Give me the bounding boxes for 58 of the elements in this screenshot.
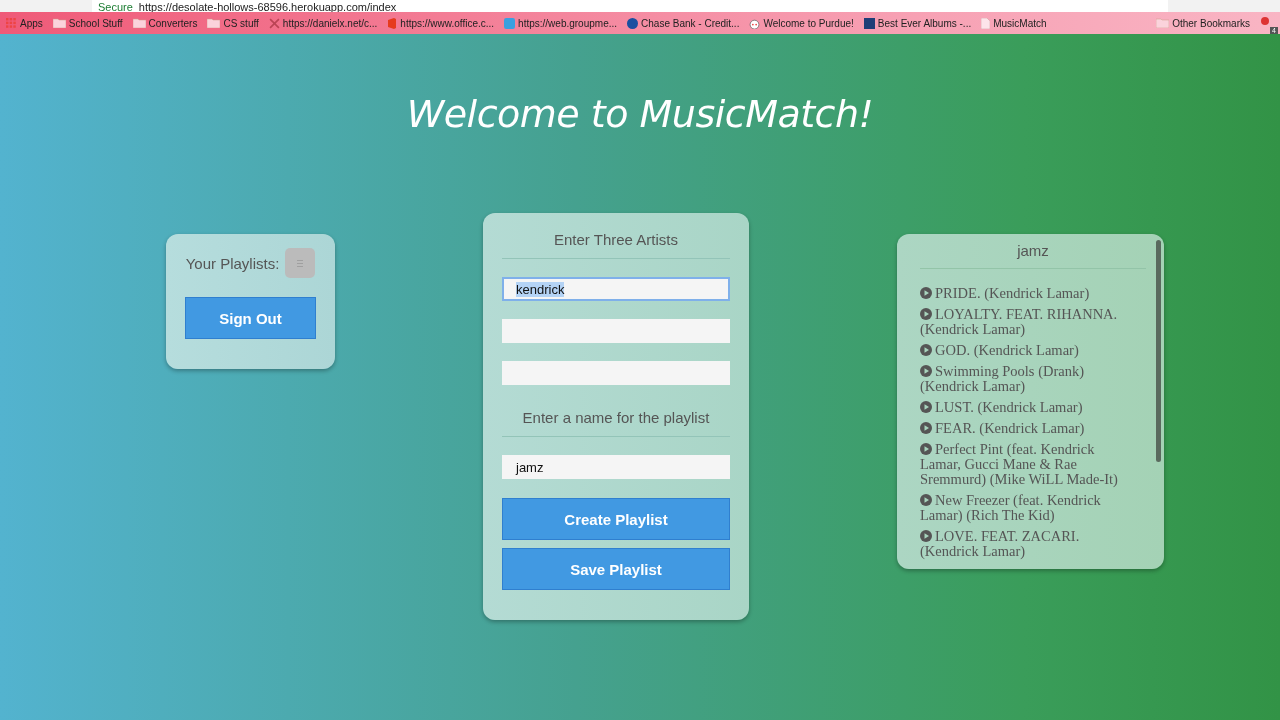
folder-icon (1156, 18, 1170, 28)
apps-grid-icon (6, 17, 17, 29)
playlist-button[interactable]: Create Playlist (502, 498, 730, 540)
sign-out-button[interactable]: Sign Out (185, 297, 316, 339)
play-icon[interactable] (920, 287, 932, 299)
track-item[interactable]: Perfect Pint (feat. Kendrick Lamar, Gucci Mane & Rae Sremmurd) (Mike WiLL Made-It) (920, 442, 1146, 487)
track-item[interactable]: GOD. (Kendrick Lamar) (920, 343, 1146, 358)
bookmark[interactable]: https://www.office.c... (387, 17, 495, 29)
folder-icon (132, 18, 146, 28)
bookmark[interactable]: Chase Bank - Credit... (627, 17, 740, 29)
playlist-name-field[interactable]: jamz (502, 455, 730, 479)
playlist-title: jamz (920, 242, 1146, 269)
play-icon[interactable] (920, 422, 932, 434)
playlist-button[interactable]: Save Playlist (502, 548, 730, 590)
square-logo-icon (863, 17, 875, 29)
cross-icon (268, 17, 280, 29)
robot-face-icon (749, 17, 761, 29)
bookmark[interactable]: Welcome to Purdue! (749, 17, 854, 29)
track-item[interactable]: PRIDE. (Kendrick Lamar) (920, 286, 1146, 301)
track-item[interactable]: LOVE. FEAT. ZACARI. (Kendrick Lamar) (920, 529, 1146, 559)
extension-icon[interactable] (1260, 16, 1270, 28)
other-bookmarks[interactable]: Other Bookmarks (1156, 17, 1250, 29)
playlists-label: Your Playlists: (185, 254, 280, 272)
track-item[interactable]: FEAR. (Kendrick Lamar) (920, 421, 1146, 436)
play-icon[interactable] (920, 530, 932, 542)
page-title: Welcome to MusicMatch! (406, 92, 874, 136)
play-icon[interactable] (920, 308, 932, 320)
track-item[interactable]: LUST. (Kendrick Lamar) (920, 400, 1146, 415)
bookmark[interactable]: CS stuff (207, 17, 259, 29)
bookmark[interactable]: https://web.groupme... (504, 17, 618, 29)
security-label: Secure (98, 1, 133, 12)
bookmark[interactable]: Converters (132, 17, 198, 29)
folder-icon (207, 18, 221, 28)
play-icon[interactable] (920, 401, 932, 413)
track-item[interactable]: LOYALTY. FEAT. RIHANNA. (Kendrick Lamar) (920, 307, 1146, 337)
artist-field[interactable] (502, 319, 730, 343)
play-icon[interactable] (920, 443, 932, 455)
play-icon[interactable] (920, 494, 932, 506)
bookmark[interactable]: https://danielx.net/c... (268, 17, 378, 29)
bookmark[interactable]: Apps (6, 17, 43, 29)
artists-heading: Enter Three Artists (502, 231, 730, 259)
bookmark[interactable]: Best Ever Albums -... (863, 17, 972, 29)
artist-field[interactable] (502, 361, 730, 385)
octagon-logo-icon (627, 17, 639, 29)
page-icon (981, 17, 991, 29)
artist-field[interactable]: kendrick (502, 277, 730, 301)
bookmark[interactable]: MusicMatch (981, 17, 1047, 29)
folder-icon (52, 18, 66, 28)
menu-icon (297, 259, 304, 267)
office-icon (387, 17, 398, 29)
bookmark[interactable]: School Stuff (52, 17, 123, 29)
track-item[interactable]: New Freezer (feat. Kendrick Lamar) (Rich The Kid) (920, 493, 1146, 523)
track-item[interactable]: Swimming Pools (Drank) (Kendrick Lamar) (920, 364, 1146, 394)
play-icon[interactable] (920, 344, 932, 356)
name-heading: Enter a name for the playlist (502, 409, 730, 437)
scrollbar[interactable] (1156, 240, 1161, 462)
chat-bubble-icon (504, 17, 516, 29)
play-icon[interactable] (920, 365, 932, 377)
